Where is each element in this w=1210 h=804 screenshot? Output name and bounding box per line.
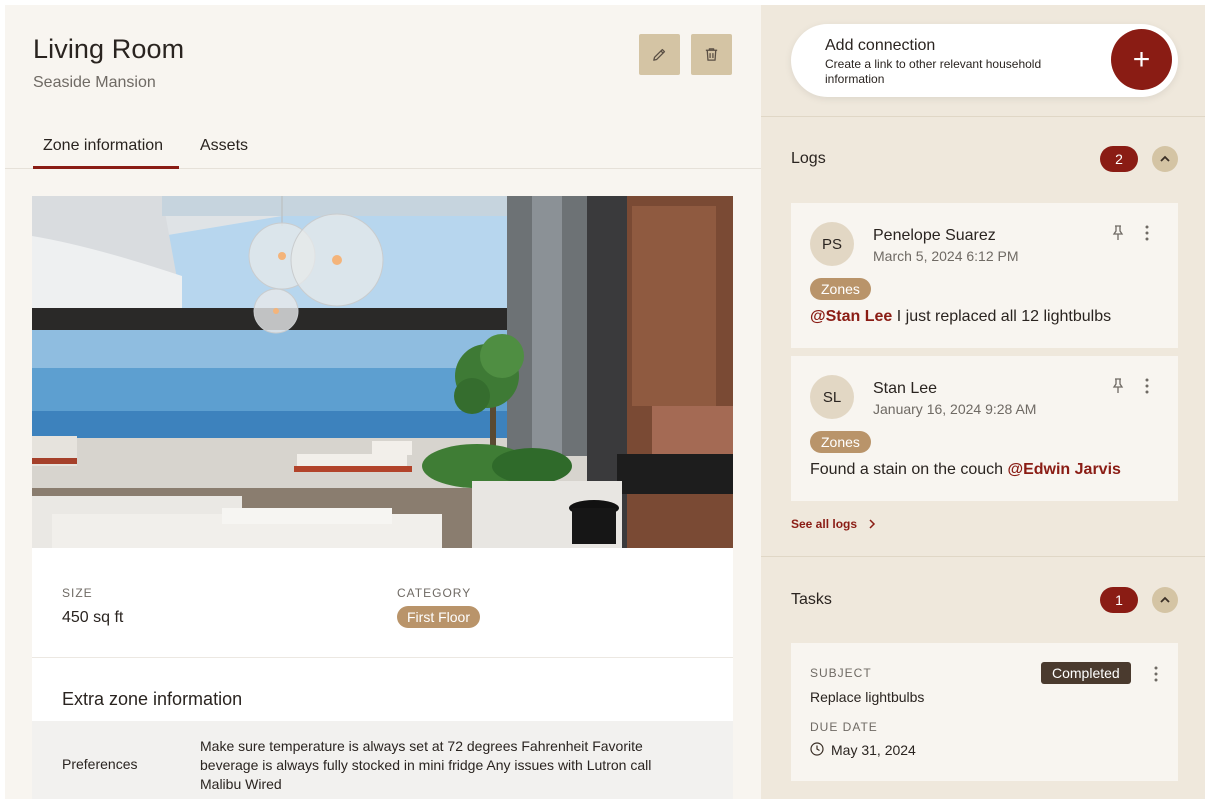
divider [761, 556, 1205, 557]
page-title: Living Room [33, 34, 185, 64]
zone-photo [32, 196, 733, 548]
tasks-title: Tasks [791, 591, 832, 608]
due-date-label: DUE DATE [810, 720, 878, 734]
more-options-icon[interactable] [1139, 377, 1155, 395]
chevron-right-icon [869, 519, 876, 529]
log-message: Found a stain on the couch @Edwin Jarvis [810, 461, 1121, 479]
add-connection-description: Create a link to other relevant househol… [825, 57, 1042, 86]
preferences-label: Preferences [62, 756, 138, 772]
log-card: PS Penelope Suarez March 5, 2024 6:12 PM… [791, 203, 1178, 348]
task-card: SUBJECT Replace lightbulbs Completed DUE… [791, 643, 1178, 781]
add-connection-card[interactable]: Add connection Create a link to other re… [791, 24, 1178, 97]
log-message: @Stan Lee I just replaced all 12 lightbu… [810, 308, 1111, 326]
chevron-up-icon [1160, 155, 1170, 162]
trash-icon [705, 48, 718, 61]
log-tag-badge: Zones [810, 278, 871, 300]
avatar: PS [810, 222, 854, 266]
divider [32, 657, 733, 658]
logs-collapse-button[interactable] [1152, 146, 1178, 172]
mention-link[interactable]: @Stan Lee [810, 308, 892, 325]
task-subject: Replace lightbulbs [810, 689, 925, 705]
preferences-row: Preferences Make sure temperature is alw… [32, 721, 733, 799]
tab-assets[interactable]: Assets [200, 137, 248, 155]
delete-button[interactable] [691, 34, 732, 75]
pin-icon[interactable] [1109, 377, 1127, 395]
add-connection-title: Add connection [825, 37, 936, 54]
more-options-icon[interactable] [1148, 665, 1164, 683]
size-value: 450 sq ft [62, 609, 124, 626]
pencil-icon [653, 48, 666, 61]
log-card: SL Stan Lee January 16, 2024 9:28 AM Zon… [791, 356, 1178, 501]
tab-bar: Zone information Assets [5, 129, 761, 169]
category-label: CATEGORY [397, 586, 472, 600]
log-message-text: I just replaced all 12 lightbulbs [896, 308, 1112, 325]
subject-label: SUBJECT [810, 666, 872, 680]
zone-detail-panel: Living Room Seaside Mansion Zone informa… [5, 5, 761, 799]
category-badge: First Floor [397, 606, 480, 628]
zone-details-card: SIZE 450 sq ft CATEGORY First Floor Extr… [32, 548, 733, 799]
tab-zone-information[interactable]: Zone information [43, 137, 163, 155]
active-tab-indicator [33, 166, 179, 169]
chevron-up-icon [1160, 596, 1170, 603]
due-date-value: May 31, 2024 [831, 742, 916, 758]
log-timestamp: January 16, 2024 9:28 AM [873, 401, 1037, 417]
edit-button[interactable] [639, 34, 680, 75]
see-all-logs-link[interactable]: See all logs [791, 517, 857, 531]
extra-info-title: Extra zone information [62, 689, 243, 709]
page-subtitle: Seaside Mansion [33, 74, 156, 91]
log-timestamp: March 5, 2024 6:12 PM [873, 248, 1019, 264]
status-badge: Completed [1041, 662, 1131, 684]
tasks-count-badge: 1 [1100, 587, 1138, 613]
log-author: Penelope Suarez [873, 227, 996, 244]
sidebar: Add connection Create a link to other re… [761, 5, 1205, 799]
avatar: SL [810, 375, 854, 419]
size-label: SIZE [62, 586, 93, 600]
pin-icon[interactable] [1109, 224, 1127, 242]
tasks-collapse-button[interactable] [1152, 587, 1178, 613]
logs-title: Logs [791, 150, 826, 167]
plus-icon: + [1132, 42, 1151, 76]
add-connection-button[interactable]: + [1111, 29, 1172, 90]
clock-icon [810, 742, 824, 756]
logs-count-badge: 2 [1100, 146, 1138, 172]
preferences-text: Make sure temperature is always set at 7… [200, 738, 652, 792]
divider [761, 116, 1205, 117]
mention-link[interactable]: @Edwin Jarvis [1007, 461, 1120, 478]
more-options-icon[interactable] [1139, 224, 1155, 242]
log-message-text: Found a stain on the couch [810, 461, 1004, 478]
log-author: Stan Lee [873, 380, 938, 397]
log-tag-badge: Zones [810, 431, 871, 453]
